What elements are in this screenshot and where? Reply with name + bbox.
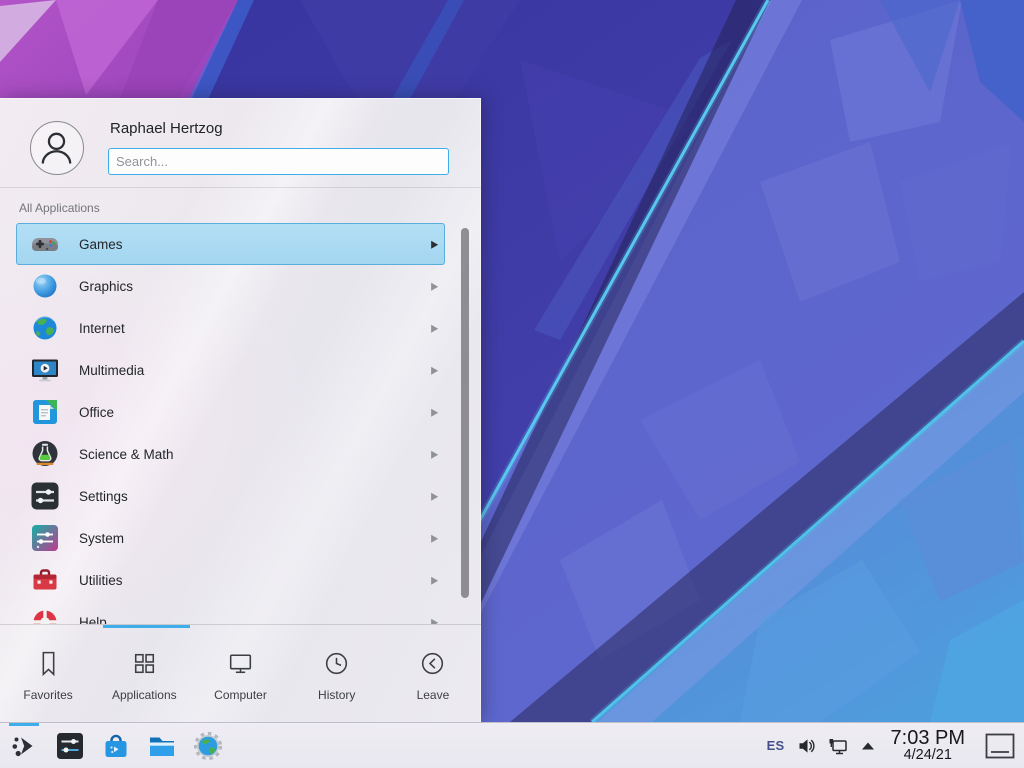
kde-launcher-icon — [8, 730, 40, 762]
category-graphics[interactable]: Graphics ▶ — [16, 265, 445, 307]
tab-leave[interactable]: Leave — [385, 626, 481, 723]
desktop: Raphael Hertzog All Applications Games ▶ — [0, 0, 1024, 768]
dolphin-folder-icon — [146, 730, 178, 762]
discover-bag-icon — [100, 730, 132, 762]
category-label: Office — [79, 405, 431, 420]
clock-icon — [321, 648, 352, 679]
tab-history[interactable]: History — [289, 626, 385, 723]
category-science-math[interactable]: Science & Math ▶ — [16, 433, 445, 475]
submenu-arrow-icon: ▶ — [431, 532, 438, 545]
category-label: Multimedia — [79, 363, 431, 378]
tab-computer[interactable]: Computer — [192, 626, 288, 723]
submenu-arrow-icon: ▶ — [431, 406, 438, 419]
leave-icon — [417, 648, 448, 679]
clock-date: 4/24/21 — [904, 748, 952, 763]
system-icon — [29, 522, 61, 554]
user-avatar[interactable] — [30, 121, 84, 175]
category-label: Graphics — [79, 279, 431, 294]
taskbar-pinned-apps — [0, 723, 228, 768]
list-scrollbar[interactable] — [461, 228, 469, 598]
bookmark-icon — [33, 648, 64, 679]
tab-label: Leave — [417, 688, 450, 702]
category-list: Games ▶ Graphics ▶ — [0, 223, 481, 624]
network-icon — [827, 735, 849, 757]
office-icon — [29, 396, 61, 428]
system-settings-button[interactable] — [50, 723, 90, 768]
volume-button[interactable] — [796, 736, 816, 756]
category-utilities[interactable]: Utilities ▶ — [16, 559, 445, 601]
submenu-arrow-icon: ▶ — [431, 364, 438, 377]
clock-time: 7:03 PM — [891, 728, 965, 748]
globe-icon — [29, 312, 61, 344]
monitor-icon — [225, 648, 256, 679]
category-label: Games — [79, 237, 431, 252]
submenu-arrow-icon: ▶ — [431, 616, 438, 624]
help-buoy-icon — [29, 606, 61, 624]
grid-icon — [129, 648, 160, 679]
application-launcher-menu: Raphael Hertzog All Applications Games ▶ — [0, 98, 481, 722]
tab-applications[interactable]: Applications — [96, 626, 192, 723]
category-office[interactable]: Office ▶ — [16, 391, 445, 433]
utilities-toolbox-icon — [29, 564, 61, 596]
category-label: Settings — [79, 489, 431, 504]
submenu-arrow-icon: ▶ — [431, 448, 438, 461]
category-label: Utilities — [79, 573, 431, 588]
launcher-tab-bar: Favorites Applications Computer — [0, 626, 481, 723]
category-label: Science & Math — [79, 447, 431, 462]
graphics-sphere-icon — [29, 270, 61, 302]
category-help[interactable]: Help ▶ — [16, 601, 445, 624]
category-multimedia[interactable]: Multimedia ▶ — [16, 349, 445, 391]
submenu-arrow-icon: ▶ — [431, 490, 438, 503]
footer-separator — [0, 624, 481, 625]
science-flask-icon — [29, 438, 61, 470]
volume-icon — [796, 736, 816, 756]
tray-expander-button[interactable] — [860, 740, 876, 752]
system-settings-icon — [54, 730, 86, 762]
keyboard-layout-indicator[interactable]: ES — [767, 738, 785, 753]
caret-up-icon — [860, 740, 876, 752]
show-desktop-button[interactable] — [984, 732, 1016, 760]
submenu-arrow-icon: ▶ — [431, 574, 438, 587]
header-separator — [0, 187, 481, 188]
submenu-arrow-icon: ▶ — [431, 322, 438, 335]
tab-label: Computer — [214, 688, 267, 702]
web-browser-button[interactable] — [188, 723, 228, 768]
active-app-indicator — [9, 723, 39, 726]
tab-favorites[interactable]: Favorites — [0, 626, 96, 723]
submenu-arrow-icon: ▶ — [431, 238, 438, 251]
category-games[interactable]: Games ▶ — [16, 223, 445, 265]
category-settings[interactable]: Settings ▶ — [16, 475, 445, 517]
show-desktop-icon — [984, 732, 1016, 760]
file-manager-button[interactable] — [142, 723, 182, 768]
browser-globe-icon — [192, 730, 224, 762]
system-tray: ES — [767, 723, 1024, 768]
multimedia-icon — [29, 354, 61, 386]
category-label: System — [79, 531, 431, 546]
gamepad-icon — [29, 228, 61, 260]
tab-label: Favorites — [23, 688, 72, 702]
network-button[interactable] — [827, 735, 849, 757]
discover-button[interactable] — [96, 723, 136, 768]
category-label: Help — [79, 615, 431, 625]
tab-label: History — [318, 688, 355, 702]
taskbar-panel: ES — [0, 722, 1024, 768]
category-system[interactable]: System ▶ — [16, 517, 445, 559]
user-icon — [31, 122, 82, 173]
category-internet[interactable]: Internet ▶ — [16, 307, 445, 349]
submenu-arrow-icon: ▶ — [431, 280, 438, 293]
category-label: Internet — [79, 321, 431, 336]
section-label: All Applications — [19, 201, 100, 215]
settings-sliders-icon — [29, 480, 61, 512]
user-name: Raphael Hertzog — [110, 120, 223, 137]
search-input[interactable] — [108, 148, 449, 175]
tab-label: Applications — [112, 688, 177, 702]
digital-clock[interactable]: 7:03 PM 4/24/21 — [891, 728, 965, 763]
app-launcher-button[interactable] — [4, 723, 44, 768]
